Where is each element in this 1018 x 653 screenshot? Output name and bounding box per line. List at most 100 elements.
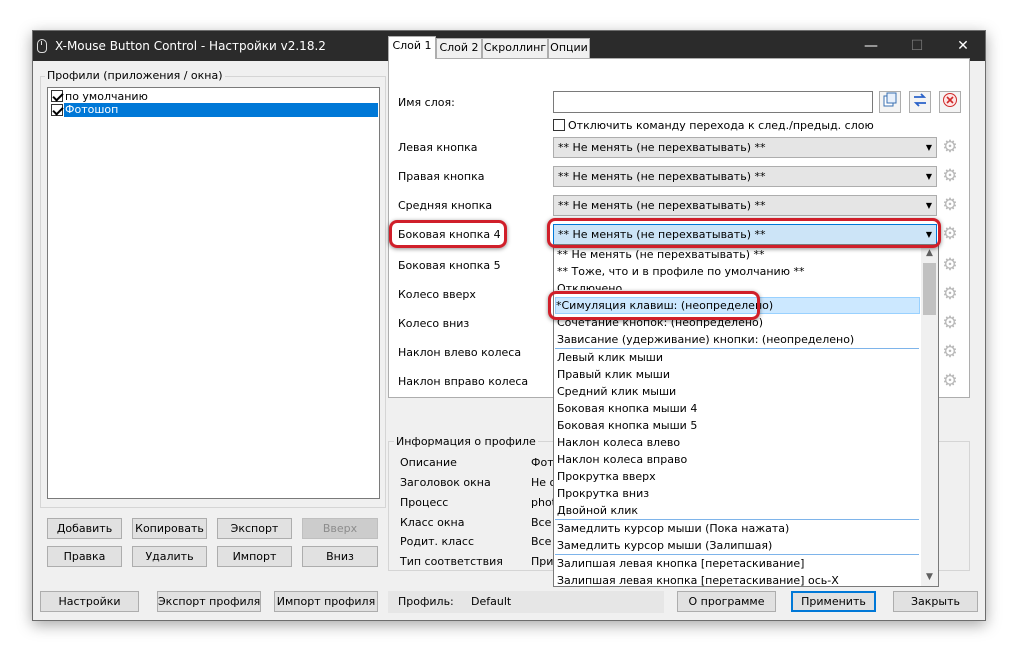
dropdown-item[interactable]: Залипшая левая кнопка [перетаскивание] bbox=[557, 555, 919, 572]
dropdown-item[interactable]: Прокрутка вниз bbox=[557, 485, 919, 502]
tab-options[interactable]: Опции bbox=[548, 38, 590, 58]
info-window-class-label: Класс окна bbox=[400, 516, 465, 529]
middle-button-label: Средняя кнопка bbox=[398, 199, 493, 212]
tab-scrolling[interactable]: Скроллинг bbox=[482, 38, 548, 58]
dropdown-item[interactable]: Отключено bbox=[557, 280, 919, 290]
layer-name-input[interactable] bbox=[553, 91, 873, 113]
profiles-group-label: Профили (приложения / окна) bbox=[45, 69, 225, 82]
mouse-icon bbox=[37, 39, 47, 53]
wheel-down-label: Колесо вниз bbox=[398, 317, 470, 330]
middle-button-value: ** Не менять (не перехватывать) ** bbox=[558, 199, 766, 212]
dropdown-item[interactable]: Замедлить курсор мыши (Пока нажата) bbox=[557, 520, 919, 537]
gear-icon[interactable]: ⚙ bbox=[940, 255, 960, 275]
action-dropdown-list[interactable]: ** Не менять (не перехватывать) ** ** То… bbox=[553, 244, 939, 587]
profile-status-value: Default bbox=[471, 595, 512, 608]
export-button[interactable]: Экспорт bbox=[217, 518, 292, 539]
dropdown-item[interactable]: Наклон колеса вправо bbox=[557, 451, 919, 468]
gear-icon[interactable]: ⚙ bbox=[940, 371, 960, 391]
scrollbar-thumb[interactable] bbox=[923, 263, 936, 315]
clear-icon[interactable] bbox=[939, 91, 961, 113]
info-match-type-value: При bbox=[531, 555, 554, 568]
left-button-select[interactable]: ** Не менять (не перехватывать) ** ▼ bbox=[553, 137, 937, 158]
right-button-value: ** Не менять (не перехватывать) ** bbox=[558, 170, 766, 183]
chevron-down-icon: ▼ bbox=[925, 143, 932, 152]
profile-item[interactable]: Фотошоп bbox=[49, 103, 378, 118]
dropdown-item[interactable]: Средний клик мыши bbox=[557, 383, 919, 400]
dropdown-item-selected[interactable]: *Симуляция клавиш: (неопределено) bbox=[555, 297, 920, 314]
export-profile-button[interactable]: Экспорт профиля bbox=[157, 591, 261, 612]
middle-button-select[interactable]: ** Не менять (не перехватывать) ** ▼ bbox=[553, 195, 937, 216]
minimize-button[interactable]: — bbox=[848, 31, 894, 61]
tilt-right-label: Наклон вправо колеса bbox=[398, 375, 529, 388]
profile-checkbox[interactable] bbox=[51, 90, 63, 102]
dropdown-item[interactable]: Замедлить курсор мыши (Залипшая) bbox=[557, 537, 919, 554]
info-window-class-value: Все bbox=[531, 516, 552, 529]
delete-profile-button[interactable]: Удалить bbox=[132, 546, 207, 567]
close-window-button[interactable]: ✕ bbox=[940, 31, 986, 61]
dropdown-item[interactable]: Двойной клик bbox=[557, 502, 919, 519]
chevron-down-icon: ▼ bbox=[925, 172, 932, 181]
gear-icon[interactable]: ⚙ bbox=[940, 224, 960, 244]
tilt-left-label: Наклон влево колеса bbox=[398, 346, 522, 359]
dropdown-item[interactable]: Левый клик мыши bbox=[557, 349, 919, 366]
about-button[interactable]: О программе bbox=[677, 591, 776, 612]
info-parent-class-value: Все bbox=[531, 535, 552, 548]
scroll-up-icon[interactable]: ▲ bbox=[921, 245, 938, 262]
dropdown-scrollbar[interactable]: ▲ ▼ bbox=[921, 245, 938, 586]
right-button-label: Правая кнопка bbox=[398, 170, 485, 183]
import-button[interactable]: Импорт bbox=[217, 546, 292, 567]
disable-layer-switch-checkbox[interactable] bbox=[553, 119, 565, 131]
disable-layer-switch-label: Отключить команду перехода к след./преды… bbox=[568, 119, 874, 132]
add-profile-button[interactable]: Добавить bbox=[47, 518, 122, 539]
dropdown-item[interactable]: Прокрутка вверх bbox=[557, 468, 919, 485]
dropdown-item[interactable]: Залипшая левая кнопка [перетаскивание] о… bbox=[557, 572, 919, 586]
tab-layer-2[interactable]: Слой 2 bbox=[436, 38, 482, 58]
close-button[interactable]: Закрыть bbox=[893, 591, 978, 612]
chevron-down-icon: ▼ bbox=[925, 230, 932, 239]
dropdown-item[interactable]: Зависание (удерживание) кнопки: (неопред… bbox=[557, 331, 919, 348]
wheel-up-label: Колесо вверх bbox=[398, 288, 476, 301]
profile-item[interactable]: по умолчанию bbox=[49, 89, 378, 104]
info-process-label: Процесс bbox=[400, 496, 449, 509]
gear-icon[interactable]: ⚙ bbox=[940, 137, 960, 157]
gear-icon[interactable]: ⚙ bbox=[940, 284, 960, 304]
import-profile-button[interactable]: Импорт профиля bbox=[274, 591, 378, 612]
maximize-button[interactable]: ☐ bbox=[894, 31, 940, 61]
gear-icon[interactable]: ⚙ bbox=[940, 313, 960, 333]
window-title: X-Mouse Button Control - Настройки v2.18… bbox=[55, 39, 326, 53]
profiles-list[interactable]: по умолчанию Фотошоп bbox=[47, 87, 380, 499]
dropdown-item[interactable]: ** Тоже, что и в профиле по умолчанию ** bbox=[557, 263, 919, 280]
move-up-button[interactable]: Вверх bbox=[302, 518, 378, 539]
settings-button[interactable]: Настройки bbox=[40, 591, 139, 612]
edit-profile-button[interactable]: Правка bbox=[47, 546, 122, 567]
dropdown-item[interactable]: Наклон колеса влево bbox=[557, 434, 919, 451]
gear-icon[interactable]: ⚙ bbox=[940, 195, 960, 215]
chevron-down-icon: ▼ bbox=[925, 201, 932, 210]
dropdown-item[interactable]: Сочетание кнопок: (неопределено) bbox=[557, 314, 919, 331]
dropdown-item[interactable]: Боковая кнопка мыши 5 bbox=[557, 417, 919, 434]
dropdown-item[interactable]: Боковая кнопка мыши 4 bbox=[557, 400, 919, 417]
profile-info-label: Информация о профиле bbox=[394, 435, 538, 448]
dropdown-item[interactable]: ** Не менять (не перехватывать) ** bbox=[557, 246, 919, 263]
scroll-down-icon[interactable]: ▼ bbox=[921, 569, 938, 586]
right-button-select[interactable]: ** Не менять (не перехватывать) ** ▼ bbox=[553, 166, 937, 187]
tab-layer-1[interactable]: Слой 1 bbox=[388, 36, 436, 59]
info-window-title-label: Заголовок окна bbox=[400, 476, 491, 489]
apply-button[interactable]: Применить bbox=[791, 591, 876, 612]
profile-status-label: Профиль: bbox=[398, 595, 454, 608]
left-button-value: ** Не менять (не перехватывать) ** bbox=[558, 141, 766, 154]
info-description-label: Описание bbox=[400, 456, 457, 469]
profile-label: Фотошоп bbox=[64, 103, 378, 117]
info-match-type-label: Тип соответствия bbox=[400, 555, 503, 568]
copy-profile-button[interactable]: Копировать bbox=[132, 518, 207, 539]
gear-icon[interactable]: ⚙ bbox=[940, 166, 960, 186]
side-button-4-select[interactable]: ** Не менять (не перехватывать) ** ▼ bbox=[553, 224, 937, 245]
swap-icon[interactable] bbox=[909, 91, 931, 113]
gear-icon[interactable]: ⚙ bbox=[940, 342, 960, 362]
dropdown-item[interactable]: Правый клик мыши bbox=[557, 366, 919, 383]
profile-checkbox[interactable] bbox=[51, 104, 63, 116]
move-down-button[interactable]: Вниз bbox=[302, 546, 378, 567]
copy-icon[interactable] bbox=[879, 91, 901, 113]
side-button-5-label: Боковая кнопка 5 bbox=[398, 259, 501, 272]
side-button-4-value: ** Не менять (не перехватывать) ** bbox=[558, 228, 766, 241]
